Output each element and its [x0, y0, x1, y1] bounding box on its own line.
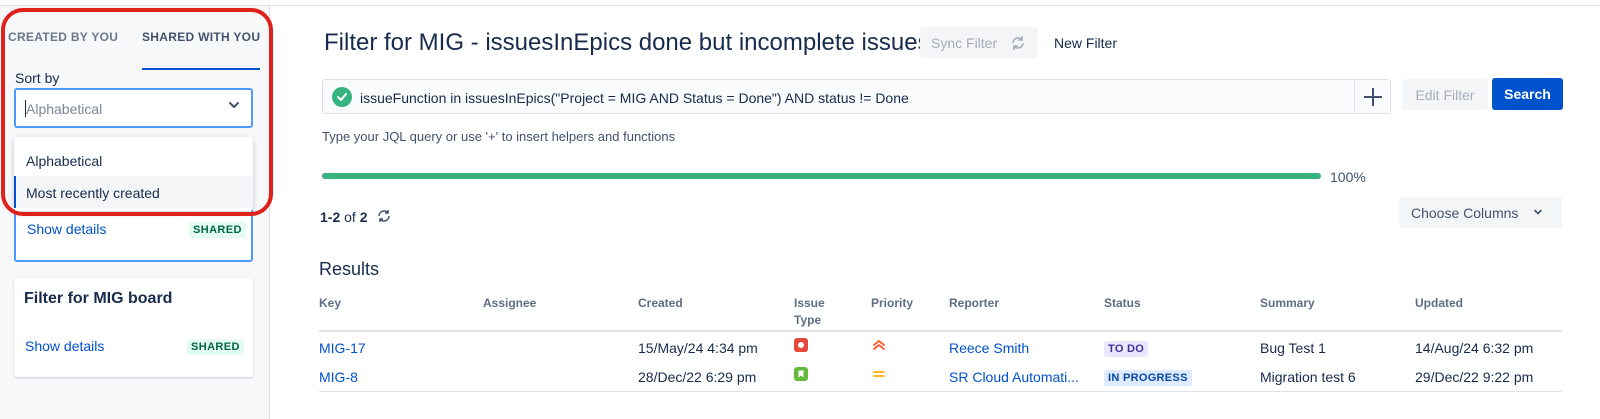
column-header-summary[interactable]: Summary — [1260, 295, 1315, 312]
summary-cell[interactable]: Migration test 6 — [1260, 369, 1356, 385]
sort-select-value: Alphabetical — [26, 101, 103, 117]
sync-filter-label: Sync Filter — [931, 35, 998, 51]
table-bottom-divider — [319, 391, 1562, 392]
filter-card[interactable]: Show details SHARED — [14, 205, 253, 262]
table-header-divider — [319, 330, 1562, 332]
column-header-priority[interactable]: Priority — [871, 295, 913, 312]
tab-shared-with-you[interactable]: SHARED WITH YOU — [142, 30, 260, 44]
results-heading: Results — [319, 259, 380, 279]
jql-query-input[interactable]: issueFunction in issuesInEpics("Project … — [322, 79, 1391, 114]
issue-key-link[interactable]: MIG-17 — [319, 340, 366, 356]
results-range: 1-2 — [320, 209, 341, 225]
jql-hint-text: Type your JQL query or use '+' to insert… — [322, 129, 676, 144]
valid-query-icon — [332, 87, 352, 107]
sidebar-tabs: CREATED BY YOU SHARED WITH YOU — [0, 22, 270, 70]
reporter-link[interactable]: Reece Smith — [949, 340, 1029, 356]
medium-priority-icon — [873, 371, 885, 377]
filter-card[interactable]: Filter for MIG board Show details SHARED — [14, 278, 253, 377]
sync-icon — [1012, 36, 1024, 50]
results-count: 1-2 of 2 — [320, 209, 368, 225]
jql-query-text: issueFunction in issuesInEpics("Project … — [360, 90, 909, 106]
updated-cell: 29/Dec/22 9:22 pm — [1415, 369, 1534, 385]
reporter-link[interactable]: SR Cloud Automati... — [949, 369, 1079, 385]
column-header-issue-type[interactable]: Issue Type — [794, 295, 834, 329]
results-of: of — [344, 209, 356, 225]
story-icon — [794, 367, 808, 381]
sort-dropdown-menu: Alphabetical Most recently created — [14, 137, 253, 211]
sort-by-label: Sort by — [15, 70, 60, 86]
status-badge: TO DO — [1104, 341, 1149, 357]
shared-badge: SHARED — [189, 222, 246, 238]
sort-option-most-recent[interactable]: Most recently created — [14, 176, 253, 208]
chevron-down-icon — [1534, 209, 1542, 215]
tab-created-by-you[interactable]: CREATED BY YOU — [8, 30, 118, 44]
results-total: 2 — [359, 209, 368, 225]
refresh-icon[interactable] — [377, 209, 391, 223]
updated-cell: 14/Aug/24 6:32 pm — [1415, 340, 1534, 356]
column-header-status[interactable]: Status — [1104, 295, 1141, 312]
show-details-link[interactable]: Show details — [27, 221, 106, 237]
active-tab-indicator — [142, 68, 260, 70]
sort-option-alphabetical[interactable]: Alphabetical — [14, 144, 253, 176]
column-header-key[interactable]: Key — [319, 295, 341, 312]
status-badge: IN PROGRESS — [1104, 370, 1192, 386]
edit-filter-button[interactable]: Edit Filter — [1402, 79, 1488, 110]
search-button[interactable]: Search — [1492, 78, 1563, 110]
choose-columns-button[interactable]: Choose Columns — [1399, 197, 1562, 228]
progress-percent: 100% — [1330, 169, 1366, 185]
progress-bar-fill — [322, 173, 1321, 179]
summary-cell[interactable]: Bug Test 1 — [1260, 340, 1326, 356]
created-cell: 28/Dec/22 6:29 pm — [638, 369, 757, 385]
bug-icon — [794, 338, 808, 352]
insert-helper-button[interactable] — [1354, 80, 1390, 113]
column-header-updated[interactable]: Updated — [1415, 295, 1463, 312]
column-header-reporter[interactable]: Reporter — [949, 295, 999, 312]
sync-filter-button[interactable]: Sync Filter — [920, 27, 1038, 58]
column-header-assignee[interactable]: Assignee — [483, 295, 536, 312]
show-details-link[interactable]: Show details — [25, 338, 104, 354]
column-header-created[interactable]: Created — [638, 295, 683, 312]
progress-bar — [322, 173, 1321, 179]
chevron-down-icon — [229, 102, 239, 108]
highest-priority-icon — [873, 340, 885, 350]
created-cell: 15/May/24 4:34 pm — [638, 340, 758, 356]
issue-key-link[interactable]: MIG-8 — [319, 369, 358, 385]
sort-select[interactable]: Alphabetical — [14, 88, 253, 128]
filter-card-title[interactable]: Filter for MIG board — [24, 290, 172, 308]
new-filter-button[interactable]: New Filter — [1054, 35, 1117, 51]
filters-sidebar: CREATED BY YOU SHARED WITH YOU Sort by A… — [0, 6, 270, 419]
page-title: Filter for MIG - issuesInEpics done but … — [324, 29, 930, 56]
plus-icon — [1364, 88, 1382, 106]
shared-badge: SHARED — [187, 339, 244, 355]
choose-columns-label: Choose Columns — [1411, 205, 1519, 221]
